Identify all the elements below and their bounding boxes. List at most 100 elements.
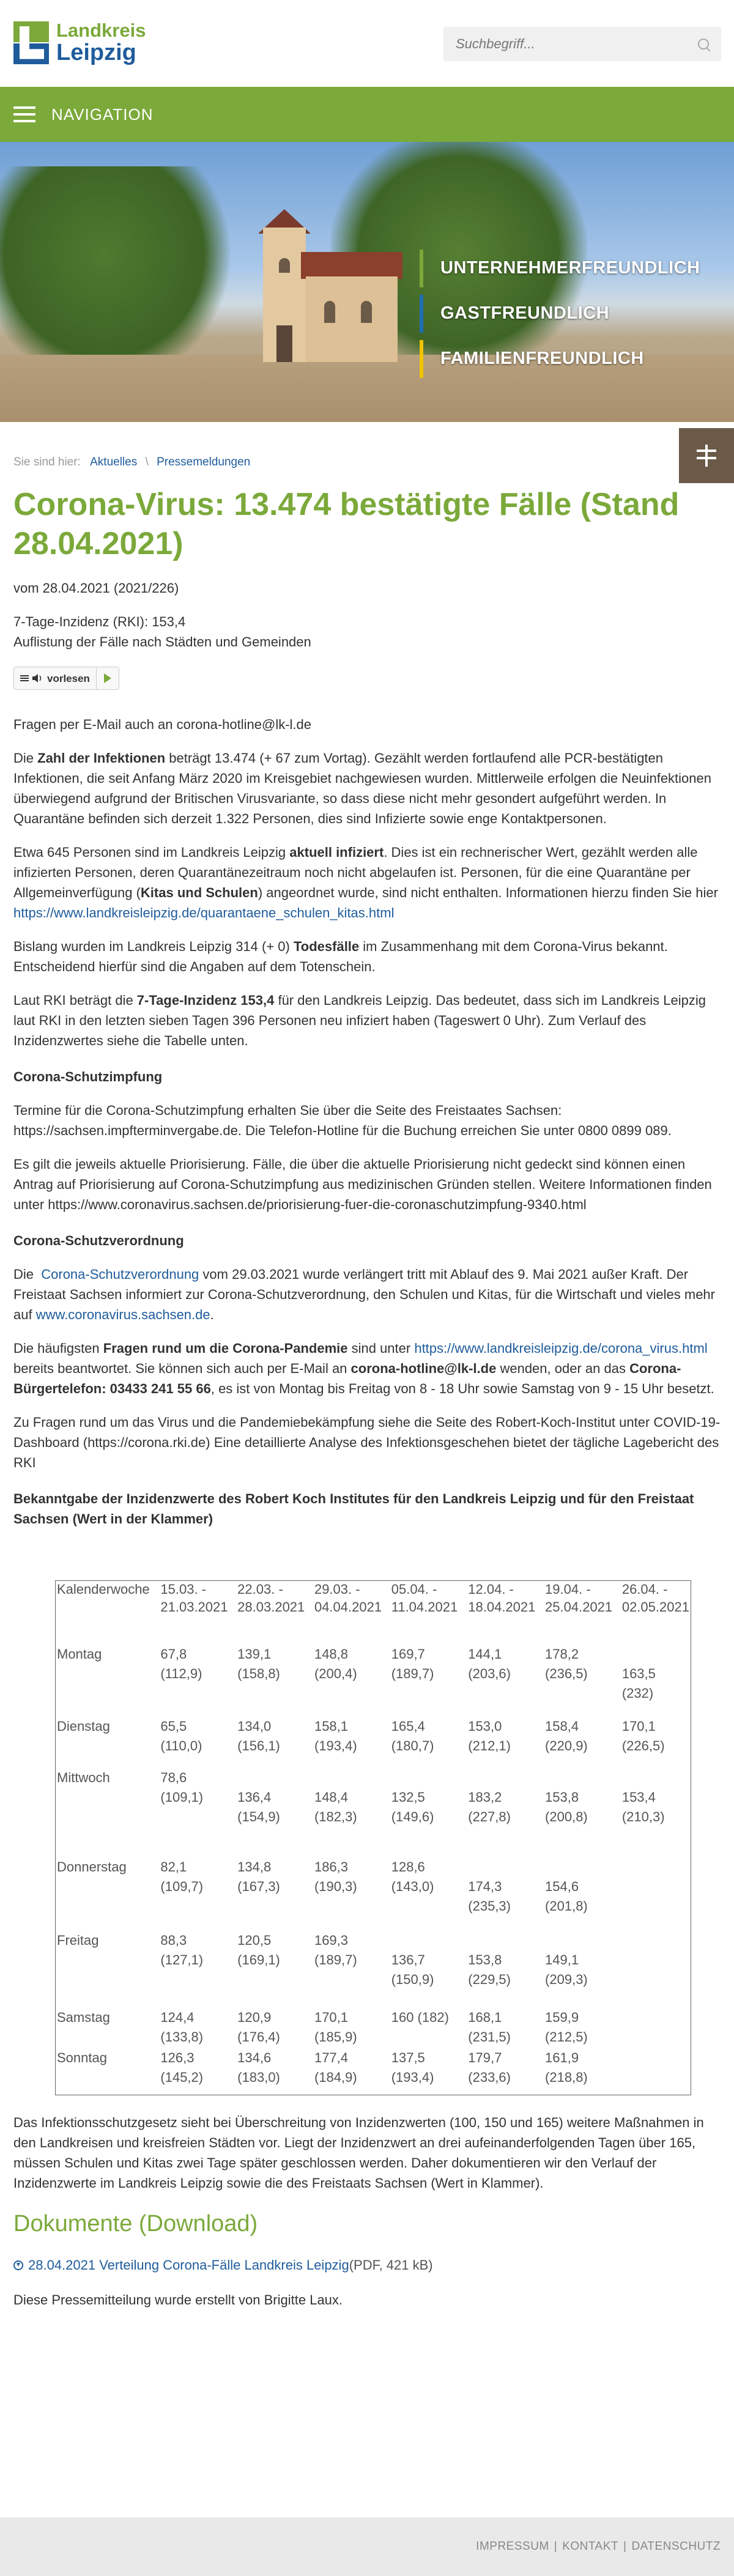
cell-line: (109,7) — [160, 1879, 204, 1895]
cell-line: (190,3) — [314, 1879, 357, 1895]
table-value-cell: 134,6 (183,0) — [236, 2048, 313, 2089]
table-value-cell: 153,0 (212,1) — [467, 1717, 544, 1768]
cell-line: 183,2 — [468, 1790, 502, 1805]
cell-line: 82,1 — [160, 1859, 187, 1875]
cell-line: (227,8) — [468, 1809, 511, 1825]
footer-link-kontakt[interactable]: KONTAKT — [562, 2538, 618, 2556]
text: Die — [13, 750, 38, 766]
cell-line: (189,7) — [391, 1666, 434, 1682]
cell-line: (200,4) — [314, 1666, 357, 1682]
table-value-cell: 153,8 (229,5) — [467, 1931, 544, 2008]
week-end: 21.03.2021 — [160, 1599, 228, 1615]
week-start: 12.04. - — [468, 1582, 514, 1597]
footer-separator: | — [623, 2539, 627, 2553]
table-header-cell: 29.03. - 04.04.2021 — [313, 1581, 390, 1645]
cell-line: (201,8) — [545, 1898, 588, 1914]
read-aloud-button[interactable]: vorlesen — [14, 667, 97, 690]
bold-text: Todesfälle — [293, 939, 360, 955]
table-header-cell: Kalenderwoche — [57, 1582, 150, 1597]
bold-text: Zahl der Infektionen — [37, 750, 166, 766]
document-meta: (PDF, 421 kB) — [349, 2257, 433, 2273]
cell-line: (235,3) — [468, 1898, 511, 1914]
cell-line: 170,1 — [621, 1719, 656, 1734]
faq-link[interactable]: https://www.landkreisleipzig.de/corona_v… — [414, 1341, 707, 1356]
table-value-cell: 134,0 (156,1) — [236, 1717, 313, 1768]
cell-line: 88,3 — [160, 1933, 187, 1949]
logo-text-bottom: Leipzig — [56, 40, 136, 65]
paragraph-infections: Die Zahl der Infektionen beträgt 13.474 … — [13, 748, 721, 829]
speaker-icon — [32, 674, 42, 683]
cell-line: 153,8 — [545, 1790, 579, 1805]
table-value-cell: 158,1 (193,4) — [313, 1717, 390, 1768]
footer-link-impressum[interactable]: IMPRESSUM — [476, 2538, 549, 2556]
read-aloud-widget[interactable]: vorlesen — [13, 667, 119, 690]
breadcrumb-separator: \ — [145, 456, 149, 468]
breadcrumb-item-aktuelles[interactable]: Aktuelles — [90, 456, 137, 468]
navigation-bar[interactable]: NAVIGATION — [0, 87, 734, 142]
cell-line: 178,2 — [545, 1646, 579, 1662]
incidence-table-container: Kalenderwoche 15.03. - 21.03.2021 22.03. … — [55, 1580, 691, 2096]
cell-line: 139,1 — [237, 1646, 272, 1662]
cell-line: 168,1 — [468, 2010, 502, 2026]
paragraph-regulation: Die Corona-Schutzverordnung vom 29.03.20… — [13, 1264, 721, 1325]
search-icon[interactable] — [698, 39, 709, 50]
document-download-link[interactable]: 28.04.2021 Verteilung Corona-Fälle Landk… — [28, 2255, 349, 2275]
logo[interactable]: Landkreis Leipzig — [13, 21, 146, 64]
table-row: Freitag 88,3 (127,1) 120,5 (169,1) 169,3 (189,… — [56, 1931, 691, 2008]
cell-line: 144,1 — [468, 1646, 502, 1662]
cell-line: 153,4 — [621, 1790, 656, 1805]
table-value-cell: 88,3 (127,1) — [159, 1931, 236, 2008]
table-value-cell — [621, 2008, 691, 2048]
hamburger-menu-icon[interactable] — [13, 106, 35, 122]
sitemap-toggle-button[interactable] — [679, 428, 734, 483]
footer-separator: | — [554, 2539, 558, 2553]
cell-line: (210,3) — [621, 1809, 665, 1825]
cell-line: 177,4 — [314, 2050, 349, 2066]
site-header: Landkreis Leipzig — [0, 0, 734, 87]
table-day-cell: Dienstag — [57, 1719, 110, 1734]
table-value-cell: 163,5 (232) — [621, 1645, 691, 1717]
breadcrumb-item-pressemeldungen[interactable]: Pressemeldungen — [157, 456, 250, 468]
sachsen-coronavirus-link[interactable]: www.coronavirus.sachsen.de — [36, 1307, 210, 1322]
cell-line: 132,5 — [391, 1790, 425, 1805]
cell-line: 165,4 — [391, 1719, 425, 1734]
regulation-link[interactable]: Corona-Schutzverordnung — [41, 1267, 199, 1282]
paragraph-law: Das Infektionsschutzgesetz sieht bei Übe… — [13, 2115, 704, 2191]
cell-line: 137,5 — [391, 2050, 425, 2066]
table-value-cell: 168,1 (231,5) — [467, 2008, 544, 2048]
cell-line: (231,5) — [468, 2029, 511, 2045]
week-start: 19.04. - — [545, 1582, 591, 1597]
play-button[interactable] — [97, 667, 119, 689]
cell-line: 161,9 — [545, 2050, 579, 2066]
bold-text: 7-Tage-Inzidenz 153,4 — [136, 993, 275, 1009]
search-input[interactable] — [456, 36, 698, 52]
table-value-cell: 169,7 (189,7) — [390, 1645, 467, 1717]
incidence-line: 7-Tage-Inzidenz (RKI): 153,4 — [13, 614, 186, 630]
church-image — [245, 209, 402, 362]
cell-line: 124,4 — [160, 2010, 195, 2026]
cell-line: 153,8 — [468, 1952, 502, 1968]
table-day-cell: Mittwoch — [57, 1770, 110, 1786]
paragraph-vaccination-2: Es gilt die jeweils aktuelle Priorisieru… — [13, 1157, 712, 1213]
table-value-cell: 65,5 (110,0) — [159, 1717, 236, 1768]
cell-line: (193,4) — [391, 2070, 434, 2086]
quarantine-link[interactable]: https://www.landkreisleipzig.de/quaranta… — [13, 905, 394, 920]
footer-link-datenschutz[interactable]: DATENSCHUTZ — [631, 2538, 721, 2556]
cell-line: (143,0) — [391, 1879, 434, 1895]
breadcrumb: Sie sind hier: Aktuelles \ Pressemeldung… — [13, 454, 721, 472]
cell-line: (158,8) — [237, 1666, 280, 1682]
logo-text-top: Landkreis — [56, 20, 146, 41]
paragraph-active: Etwa 645 Personen sind im Landkreis Leip… — [13, 842, 721, 923]
cell-line: (112,9) — [160, 1666, 202, 1682]
cell-line: (189,7) — [314, 1952, 357, 1968]
cell-line: (236,5) — [545, 1666, 588, 1682]
cell-line: (209,3) — [545, 1972, 588, 1988]
heading-incidence-table: Bekanntgabe der Inzidenzwerte des Robert… — [13, 1491, 694, 1527]
paragraph-vaccination-1: Termine für die Corona-Schutzimpfung erh… — [13, 1103, 672, 1139]
navigation-label[interactable]: NAVIGATION — [51, 103, 154, 127]
cell-line: (200,8) — [545, 1809, 588, 1825]
cell-line: 148,8 — [314, 1646, 349, 1662]
cell-line: (167,3) — [237, 1879, 280, 1895]
cell-line: 186,3 — [314, 1859, 349, 1875]
table-value-cell: 160 (182) — [390, 2008, 467, 2048]
